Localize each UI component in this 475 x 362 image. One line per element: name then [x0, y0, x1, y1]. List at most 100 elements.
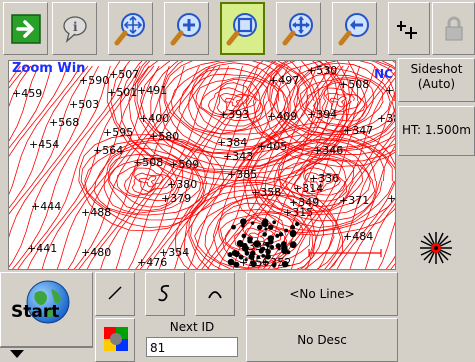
info-balloon-icon: i — [59, 13, 91, 45]
zoom-previous-icon — [337, 11, 373, 47]
line-selector-button[interactable]: <No Line> — [246, 272, 398, 316]
line-curve-s-icon — [156, 283, 174, 306]
survey-point-label: +488 — [81, 206, 112, 219]
next-id-label: Next ID — [169, 320, 215, 334]
survey-point-label: +400 — [139, 112, 170, 125]
toolbar: i — [0, 0, 475, 58]
survey-shot-marker — [250, 221, 255, 225]
line-curve-button[interactable] — [145, 272, 185, 316]
survey-point-label: +497 — [269, 74, 300, 87]
survey-point-label: +379 — [161, 192, 192, 205]
survey-point-label: +444 — [31, 200, 62, 213]
survey-point-label: +385 — [227, 168, 258, 181]
survey-point-label: +409 — [267, 110, 298, 123]
survey-point-label: +384 — [217, 136, 248, 149]
survey-point-label: +480 — [81, 246, 112, 259]
color-picker-button[interactable] — [95, 318, 135, 362]
survey-point-label: +4 — [387, 192, 396, 205]
line-arc-button[interactable] — [195, 272, 235, 316]
contour-line — [138, 175, 157, 188]
survey-shot-marker — [231, 250, 238, 257]
survey-point-label: +580 — [149, 130, 180, 143]
survey-point-label: +314 — [293, 182, 324, 195]
survey-point-label: +507 — [109, 68, 140, 81]
survey-point-label: +441 — [27, 242, 58, 255]
add-point-button[interactable] — [388, 2, 430, 55]
survey-shot-marker — [280, 241, 287, 247]
survey-point-label: +335 — [239, 240, 270, 253]
no-line-label: <No Line> — [289, 287, 355, 301]
next-id-input[interactable]: 81 — [146, 337, 238, 357]
survey-point-label: +343 — [223, 150, 254, 163]
sideshot-mode: (Auto) — [417, 77, 456, 91]
triangle-down-icon — [10, 350, 24, 358]
survey-point-label: +315 — [283, 206, 314, 219]
survey-shot-marker — [268, 224, 274, 230]
survey-point-label: +354 — [159, 246, 190, 259]
survey-shot-marker — [286, 250, 291, 255]
menu-dropdown[interactable] — [0, 347, 93, 362]
sideshot-button[interactable]: Sideshot (Auto) — [398, 58, 475, 102]
survey-point-label: +509 — [169, 158, 200, 171]
survey-point-label: +595 — [103, 126, 134, 139]
contour-line — [135, 172, 164, 193]
go-button[interactable] — [3, 2, 48, 55]
line-straight-button[interactable] — [95, 272, 135, 316]
survey-shot-marker — [284, 228, 289, 233]
zoom-previous-button[interactable] — [332, 2, 377, 55]
start-button[interactable]: Start — [0, 272, 93, 347]
survey-point-label: +501 — [107, 86, 138, 99]
zoom-in-button[interactable] — [164, 2, 209, 55]
map-mode-label: Zoom Win — [12, 61, 86, 76]
pan-button[interactable] — [276, 2, 321, 55]
survey-point-label: +454 — [29, 138, 60, 151]
survey-shot-marker — [269, 244, 275, 250]
survey-point-label: +484 — [343, 230, 374, 243]
survey-point-label: +530 — [307, 64, 338, 77]
survey-point-label: +405 — [257, 140, 288, 153]
survey-shot-marker — [275, 243, 281, 249]
add-point-icon — [397, 17, 421, 41]
svg-text:i: i — [73, 20, 78, 34]
survey-point-label: +590 — [79, 74, 110, 87]
zoom-window-button[interactable] — [220, 2, 265, 55]
survey-shot-marker — [261, 220, 269, 228]
right-panel: Sideshot (Auto) HT: 1.500m — [398, 58, 475, 362]
survey-point-label: +518 — [385, 84, 395, 97]
no-desc-label: No Desc — [297, 333, 347, 347]
survey-point-label: +358 — [251, 186, 282, 199]
survey-shot-marker — [257, 224, 263, 231]
survey-shot-marker — [290, 224, 296, 230]
info-button[interactable]: i — [52, 2, 97, 55]
survey-shot-marker — [241, 233, 247, 239]
start-label: Start — [11, 302, 60, 322]
survey-shot-marker — [289, 241, 297, 249]
pan-icon — [281, 11, 317, 47]
survey-shot-marker — [278, 232, 284, 237]
contour-lines — [9, 61, 395, 269]
survey-point-label: +459 — [12, 87, 43, 100]
height-label: HT: 1.500m — [402, 123, 471, 137]
lock-button[interactable] — [432, 2, 475, 55]
map-view[interactable]: +507+459+590+491+497+530+508+518+503+501… — [8, 60, 396, 270]
survey-shot-marker — [240, 218, 247, 225]
survey-point-label: +568 — [49, 116, 80, 129]
line-arc-icon — [206, 284, 224, 305]
survey-shot-marker — [289, 230, 297, 238]
crosshair-icon — [418, 230, 454, 269]
survey-point-label: +394 — [307, 108, 338, 121]
survey-shot-marker — [231, 224, 236, 230]
north-indicator: NC — [374, 67, 393, 81]
description-button[interactable]: No Desc — [246, 318, 398, 362]
survey-point-label: +503 — [69, 98, 100, 111]
survey-point-label: +508 — [133, 156, 164, 169]
survey-point-label: +371 — [339, 194, 370, 207]
zoom-window-icon — [225, 11, 261, 47]
survey-point-label: +508 — [339, 78, 370, 91]
zoom-fit-button[interactable] — [108, 2, 153, 55]
survey-point-label: +389 — [377, 112, 395, 125]
survey-point-label: +491 — [137, 84, 168, 97]
lock-icon — [442, 15, 466, 43]
survey-shot-marker — [227, 258, 235, 266]
height-field[interactable]: HT: 1.500m — [398, 106, 475, 156]
